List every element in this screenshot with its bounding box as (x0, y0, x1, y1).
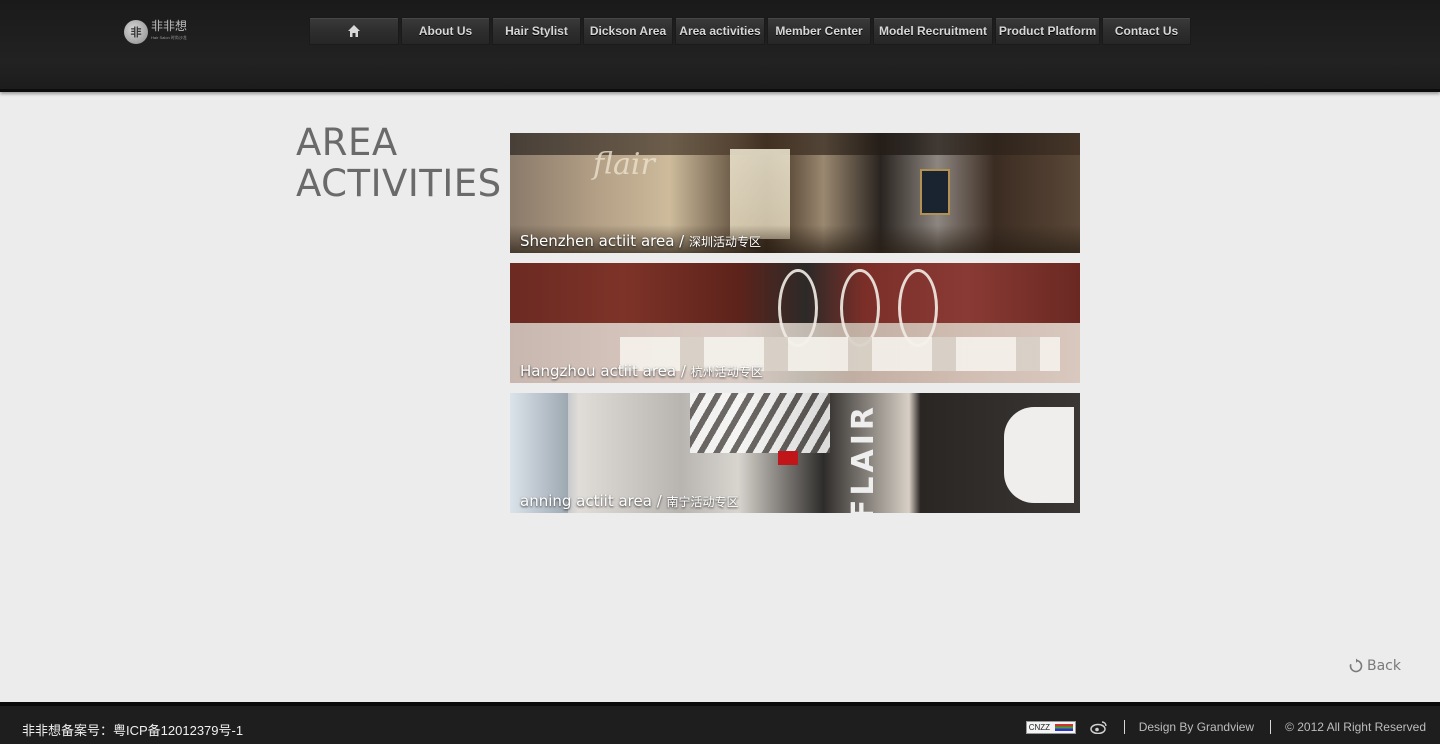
divider (1270, 720, 1272, 734)
site-logo[interactable]: 非 非非想 Hair Salon 时尚沙龙 (124, 19, 188, 45)
page-title: AREA ACTIVITIES (296, 122, 502, 204)
main-nav: About Us Hair Stylist Dickson Area Area … (309, 17, 1193, 45)
banner-photo-mirror (840, 269, 880, 347)
site-header: 非 非非想 Hair Salon 时尚沙龙 About Us Hair Styl… (0, 0, 1440, 92)
icp-record[interactable]: 非非想备案号：粤ICP备12012379号-1 (22, 720, 243, 739)
nav-product-platform[interactable]: Product Platform (995, 17, 1100, 45)
banner-caption: anning actiit area / 南宁活动专区 (520, 492, 739, 510)
weibo-icon[interactable] (1089, 720, 1108, 735)
footer-right: CNZZ Design By Grandview © 2012 All Righ… (1025, 720, 1426, 735)
banner-photo-red-panel (778, 451, 798, 465)
page-title-line1: AREA (296, 121, 398, 164)
logo-mark-icon: 非 (124, 20, 148, 44)
nav-area-activities[interactable]: Area activities (675, 17, 765, 45)
nav-hair-stylist[interactable]: Hair Stylist (492, 17, 581, 45)
copyright: © 2012 All Right Reserved (1285, 720, 1426, 734)
nav-about-us[interactable]: About Us (401, 17, 490, 45)
page-title-line2: ACTIVITIES (296, 162, 502, 205)
banner-caption-cn: 深圳活动专区 (689, 235, 762, 249)
divider (1123, 720, 1125, 734)
cnzz-badge[interactable]: CNZZ (1025, 720, 1076, 734)
banner-caption-en: Shenzhen actiit area / (520, 232, 689, 250)
banner-caption: Shenzhen actiit area / 深圳活动专区 (520, 232, 761, 250)
banner-photo-mirror (778, 269, 818, 347)
nav-contact-us[interactable]: Contact Us (1102, 17, 1191, 45)
banner-hangzhou[interactable]: Hangzhou actiit area / 杭州活动专区 (510, 263, 1080, 383)
banner-nanning[interactable]: FLAIR anning actiit area / 南宁活动专区 (510, 393, 1080, 513)
banner-caption-cn: 杭州活动专区 (690, 365, 763, 379)
banner-photo-board (1004, 407, 1074, 503)
refresh-icon (1348, 658, 1364, 674)
banner-photo-mirror (898, 269, 938, 347)
design-credit[interactable]: Design By Grandview (1139, 720, 1254, 734)
banner-shenzhen[interactable]: flair Shenzhen actiit area / 深圳活动专区 (510, 133, 1080, 253)
banner-caption-en: anning actiit area / (520, 492, 667, 510)
cnzz-label: CNZZ (1028, 722, 1051, 732)
banner-caption: Hangzhou actiit area / 杭州活动专区 (520, 362, 763, 380)
home-icon (347, 24, 361, 38)
nav-dickson-area[interactable]: Dickson Area (583, 17, 673, 45)
logo-subtext: Hair Salon 时尚沙龙 (151, 35, 187, 40)
banner-photo-logo: flair (593, 147, 655, 182)
banner-photo-ceiling-art (690, 393, 830, 453)
back-label: Back (1367, 658, 1401, 674)
nav-member-center[interactable]: Member Center (767, 17, 871, 45)
logo-text: 非非想 (151, 19, 188, 33)
banner-caption-en: Hangzhou actiit area / (520, 362, 691, 380)
banner-photo-poster (920, 169, 950, 215)
banner-photo-sign: FLAIR (846, 403, 881, 513)
nav-home[interactable] (309, 17, 399, 45)
site-footer: 非非想备案号：粤ICP备12012379号-1 CNZZ Design By G… (0, 702, 1440, 744)
banner-caption-cn: 南宁活动专区 (666, 495, 739, 509)
nav-model-recruitment[interactable]: Model Recruitment (873, 17, 993, 45)
back-button[interactable]: Back (1348, 656, 1401, 676)
activity-banners: flair Shenzhen actiit area / 深圳活动专区 Hang… (510, 133, 1080, 523)
cnzz-bars-icon (1054, 723, 1073, 731)
